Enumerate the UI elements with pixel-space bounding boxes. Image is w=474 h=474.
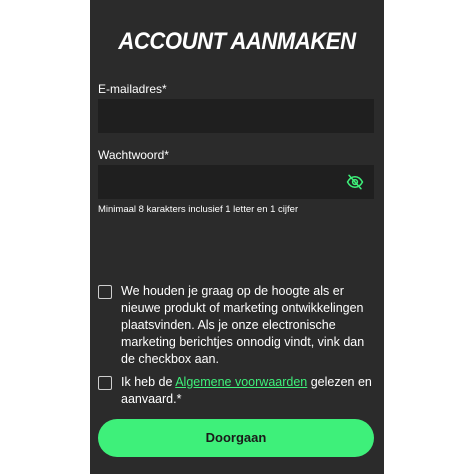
terms-consent-text: Ik heb de Algemene voorwaarden gelezen e… bbox=[121, 374, 376, 408]
signup-panel: ACCOUNT AANMAKEN E-mailadres* Wachtwoord… bbox=[90, 0, 384, 474]
terms-link[interactable]: Algemene voorwaarden bbox=[175, 375, 307, 389]
password-hint: Minimaal 8 karakters inclusief 1 letter … bbox=[98, 204, 299, 215]
terms-checkbox[interactable] bbox=[98, 376, 112, 390]
email-field[interactable] bbox=[98, 99, 374, 133]
page-title: ACCOUNT AANMAKEN bbox=[118, 28, 356, 55]
email-label: E-mailadres* bbox=[98, 82, 167, 96]
password-label: Wachtwoord* bbox=[98, 148, 169, 162]
eye-off-icon[interactable] bbox=[346, 173, 364, 191]
terms-prefix: Ik heb de bbox=[121, 375, 176, 389]
marketing-consent-text: We houden je graag op de hoogte als er n… bbox=[121, 284, 365, 366]
password-field[interactable] bbox=[98, 165, 374, 199]
marketing-checkbox[interactable] bbox=[98, 285, 112, 299]
continue-button[interactable]: Doorgaan bbox=[98, 419, 374, 457]
